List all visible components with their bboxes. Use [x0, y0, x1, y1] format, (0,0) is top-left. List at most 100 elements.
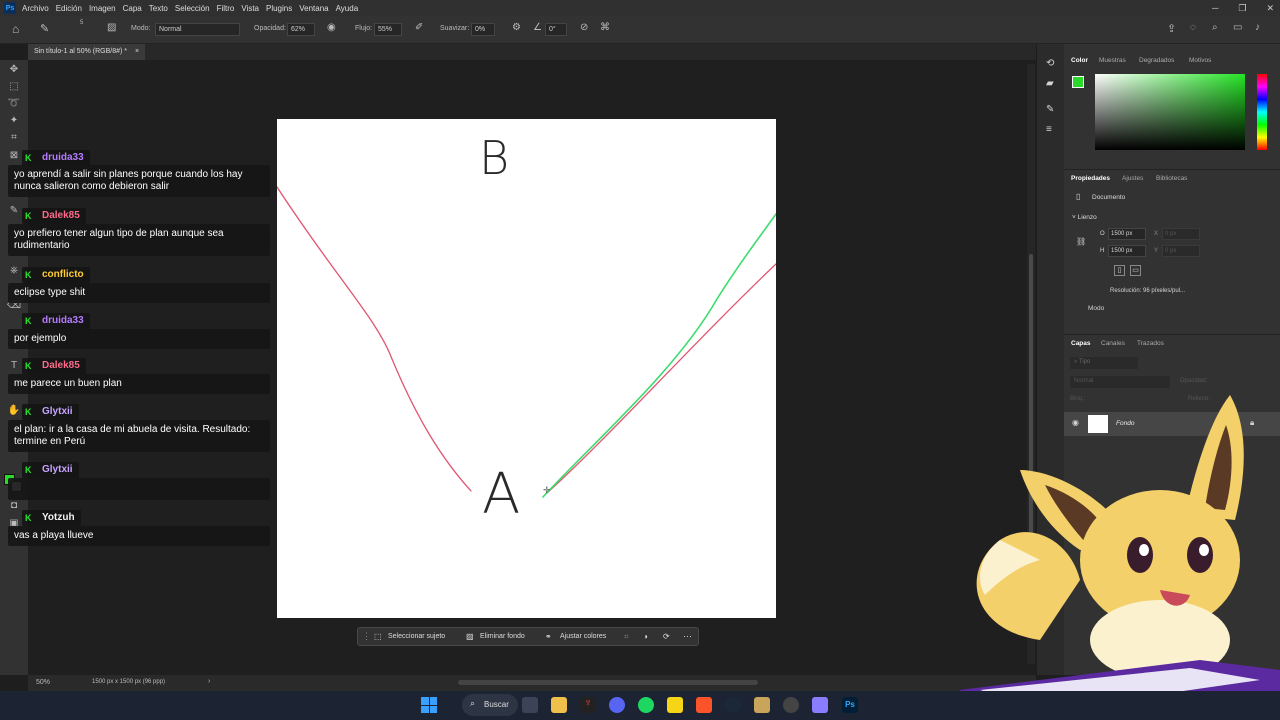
tab-degradados[interactable]: Degradados — [1139, 57, 1174, 64]
tab-close-icon[interactable]: × — [135, 48, 139, 55]
spotify-icon[interactable] — [638, 697, 654, 713]
generate-icon[interactable]: ⟳ — [663, 632, 670, 641]
height-field[interactable]: 1500 px — [1108, 245, 1146, 257]
file-explorer-icon[interactable] — [551, 697, 567, 713]
status-arrow-icon[interactable]: › — [208, 678, 210, 685]
magic-wand-icon[interactable]: ✦ — [7, 115, 21, 127]
tab-color[interactable]: Color — [1071, 57, 1088, 64]
angle-field[interactable]: 0° — [545, 23, 567, 36]
menu-ayuda[interactable]: Ayuda — [336, 4, 359, 13]
task-view-icon[interactable] — [522, 697, 538, 713]
notifications-icon[interactable]: ♪ — [1255, 22, 1260, 33]
tab-ajustes[interactable]: Ajustes — [1122, 175, 1143, 182]
menu-ventana[interactable]: Ventana — [299, 4, 328, 13]
drag-handle-icon[interactable]: ⋮ — [362, 631, 371, 642]
chat-message: me parece un buen plan — [8, 374, 270, 394]
document-tab-bar: Sin título-1 al 50% (RGB/8#) * × — [28, 44, 1036, 60]
menu-seleccion[interactable]: Selección — [175, 4, 210, 13]
lasso-tool-icon[interactable]: ➰ — [7, 98, 21, 110]
brush-settings-icon[interactable]: ▨ — [107, 22, 116, 33]
app-icon[interactable]: ♆ — [580, 697, 596, 713]
flow-field[interactable]: 55% — [374, 23, 402, 36]
app-icon-2[interactable] — [754, 697, 770, 713]
brush-size[interactable]: 5 — [80, 20, 83, 26]
more-options-button[interactable]: ··· — [683, 631, 692, 641]
share-icon[interactable]: ⇪ — [1167, 22, 1176, 35]
workspace-icon[interactable]: ▭ — [1233, 22, 1242, 33]
y-field[interactable]: 0 px — [1162, 245, 1200, 257]
tab-propiedades[interactable]: Propiedades — [1071, 175, 1110, 182]
adjust-colors-button[interactable]: Ajustar colores — [560, 633, 606, 640]
close-icon[interactable]: ✕ — [1266, 3, 1274, 14]
photoshop-taskbar-icon[interactable]: Ps — [842, 697, 858, 713]
hue-slider[interactable] — [1257, 74, 1267, 150]
width-field[interactable]: 1500 px — [1108, 228, 1146, 240]
menu-plugins[interactable]: Plugins — [266, 4, 292, 13]
color-foreground-swatch[interactable] — [1072, 76, 1084, 88]
blend-mode-select[interactable]: Normal — [1070, 376, 1170, 388]
marquee-tool-icon[interactable]: ⬚ — [7, 81, 21, 93]
app-icon-3[interactable] — [812, 697, 828, 713]
pressure-size-icon[interactable]: ⊘ — [580, 22, 588, 33]
crop-tool-icon[interactable]: ⌗ — [7, 132, 21, 144]
canvas-section-title[interactable]: ˅ Lienzo — [1072, 214, 1097, 221]
airbrush-icon[interactable]: ✐ — [415, 22, 423, 33]
adjustments-panel-icon[interactable]: ≡ — [1046, 124, 1052, 135]
transform-icon[interactable]: ⌗ — [624, 632, 629, 642]
obs-icon[interactable] — [783, 697, 799, 713]
layers-panel-tabs: Capas Canales Trazados — [1064, 334, 1280, 350]
home-icon[interactable]: ⌂ — [12, 22, 19, 36]
start-icon[interactable] — [421, 697, 437, 713]
remove-background-button[interactable]: Eliminar fondo — [480, 633, 525, 640]
menu-capa[interactable]: Capa — [123, 4, 142, 13]
zoom-level[interactable]: 50% — [36, 679, 50, 686]
canvas[interactable]: B A ✛ — [276, 119, 777, 618]
menu-texto[interactable]: Texto — [149, 4, 168, 13]
brush-tool-icon[interactable]: ✎ — [40, 22, 49, 35]
color-picker-field[interactable] — [1095, 74, 1245, 150]
mask-icon[interactable]: ◑ — [643, 632, 648, 641]
minimize-icon[interactable]: ─ — [1212, 3, 1218, 13]
landscape-icon[interactable]: ▭ — [1130, 265, 1141, 276]
menu-archivo[interactable]: Archivo — [22, 4, 49, 13]
tab-trazados[interactable]: Trazados — [1137, 340, 1164, 347]
taskbar-search[interactable]: ⌕ Buscar — [462, 694, 518, 716]
steam-icon[interactable] — [725, 697, 741, 713]
tab-muestras[interactable]: Muestras — [1099, 57, 1126, 64]
comments-icon[interactable]: ▰ — [1046, 78, 1054, 89]
search-icon[interactable]: ⌕ — [1212, 22, 1218, 33]
search-label: Buscar — [484, 700, 509, 709]
symmetry-icon[interactable]: ⌘ — [600, 22, 610, 33]
menu-edicion[interactable]: Edición — [56, 4, 82, 13]
menu-filtro[interactable]: Filtro — [217, 4, 235, 13]
tab-motivos[interactable]: Motivos — [1189, 57, 1211, 64]
brave-icon[interactable] — [696, 697, 712, 713]
pressure-opacity-icon[interactable]: ◉ — [327, 22, 336, 33]
brush-settings-panel-icon[interactable]: ✎ — [1046, 104, 1054, 115]
menu-vista[interactable]: Vista — [241, 4, 259, 13]
mode-select[interactable]: Normal — [155, 23, 240, 36]
horizontal-scrollbar[interactable] — [458, 680, 758, 685]
x-field[interactable]: 0 px — [1162, 228, 1200, 240]
link-dimensions-icon[interactable]: ⛓ — [1076, 237, 1086, 246]
tab-canales[interactable]: Canales — [1101, 340, 1125, 347]
maximize-icon[interactable]: ❐ — [1238, 3, 1246, 14]
status-bar: 50% 1500 px x 1500 px (96 ppp) › — [28, 675, 1036, 691]
move-tool-icon[interactable]: ✥ — [7, 64, 21, 76]
notes-icon[interactable] — [667, 697, 683, 713]
portrait-icon[interactable]: ▯ — [1114, 265, 1125, 276]
layer-filter-input[interactable]: ⌕ Tipo — [1070, 357, 1138, 369]
smooth-field[interactable]: 0% — [471, 23, 495, 36]
tab-capas[interactable]: Capas — [1071, 340, 1091, 347]
opacity-field[interactable]: 62% — [287, 23, 315, 36]
document-tab[interactable]: Sin título-1 al 50% (RGB/8#) * × — [28, 44, 146, 60]
help-icon[interactable]: ◌ — [1190, 22, 1196, 33]
tab-bibliotecas[interactable]: Bibliotecas — [1156, 175, 1187, 182]
select-subject-button[interactable]: Seleccionar sujeto — [388, 633, 445, 640]
discord-icon[interactable] — [609, 697, 625, 713]
menu-imagen[interactable]: Imagen — [89, 4, 116, 13]
chat-message: por ejemplo — [8, 329, 270, 349]
history-icon[interactable]: ⟲ — [1046, 58, 1054, 69]
settings-gear-icon[interactable]: ⚙ — [512, 22, 521, 33]
opacity-label: Opacidad: — [254, 25, 286, 32]
